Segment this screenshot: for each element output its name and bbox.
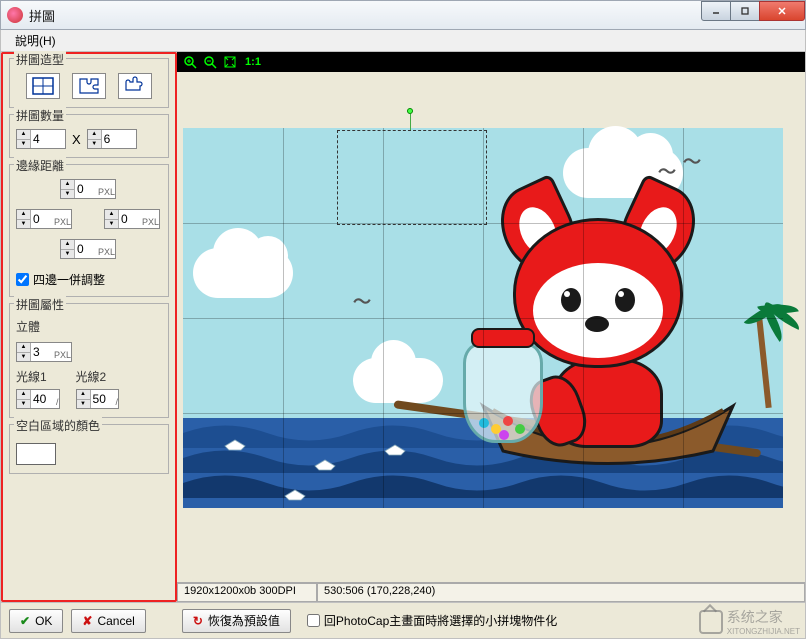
watermark: 系统之家 XITONGZHIJIA.NET bbox=[699, 607, 800, 636]
zoom-out-button[interactable] bbox=[201, 54, 219, 70]
cols-spinner[interactable]: ▲▼ bbox=[16, 129, 66, 149]
selection-marquee[interactable] bbox=[337, 130, 487, 225]
group-shape-title: 拼圖造型 bbox=[14, 51, 66, 68]
export-checkbox-label: 回PhotoCap主畫面時將選擇的小拼塊物件化 bbox=[324, 612, 557, 629]
maximize-button[interactable] bbox=[730, 1, 760, 21]
preview-panel: 1:1 〜 〜 〜 bbox=[177, 52, 805, 602]
close-button[interactable] bbox=[759, 1, 805, 21]
shape-jigsaw2-button[interactable] bbox=[118, 73, 152, 99]
bottombar: ✔ OK ✘ Cancel ↻ 恢復為預設值 回PhotoCap主畫面時將選擇的… bbox=[0, 603, 806, 639]
edge-bottom-spinner[interactable]: ▲▼ PXL bbox=[60, 239, 116, 259]
reset-label: 恢復為預設值 bbox=[208, 612, 280, 629]
ok-label: OK bbox=[35, 614, 52, 628]
depth-spinner[interactable]: ▲▼ PXL bbox=[16, 342, 72, 362]
cancel-label: Cancel bbox=[97, 614, 134, 628]
count-x-label: X bbox=[72, 132, 81, 147]
window-buttons bbox=[702, 1, 805, 21]
group-edge-title: 邊緣距離 bbox=[14, 157, 66, 174]
edge-bottom-input[interactable] bbox=[75, 240, 97, 258]
edge-sync-input[interactable] bbox=[16, 273, 29, 286]
status-dimensions: 1920x1200x0b 300DPI bbox=[177, 583, 317, 602]
spin-down-icon[interactable]: ▼ bbox=[17, 140, 30, 149]
status-position: 530:506 (170,228,240) bbox=[317, 583, 805, 602]
shape-jigsaw1-button[interactable] bbox=[72, 73, 106, 99]
rows-input[interactable] bbox=[102, 130, 136, 148]
bird-icon: 〜 bbox=[683, 148, 701, 174]
light1-input[interactable] bbox=[31, 390, 55, 408]
group-shape: 拼圖造型 bbox=[9, 58, 169, 108]
blank-color-swatch[interactable] bbox=[16, 443, 56, 465]
group-count-title: 拼圖數量 bbox=[14, 107, 66, 124]
settings-panel: 拼圖造型 拼圖數量 ▲▼ X bbox=[1, 52, 177, 602]
group-attr: 拼圖屬性 立體 ▲▼ PXL 光線1 ▲▼ / 光線2 ▲▼ bbox=[9, 303, 169, 418]
titlebar: 拼圖 bbox=[0, 0, 806, 30]
refresh-icon: ↻ bbox=[193, 614, 203, 628]
edge-right-input[interactable] bbox=[119, 210, 141, 228]
spin-down-icon[interactable]: ▼ bbox=[88, 140, 101, 149]
light1-spinner[interactable]: ▲▼ / bbox=[16, 389, 60, 409]
minimize-button[interactable] bbox=[701, 1, 731, 21]
canvas[interactable]: 〜 〜 〜 bbox=[183, 78, 783, 568]
x-icon: ✘ bbox=[82, 614, 92, 628]
main-area: 拼圖造型 拼圖數量 ▲▼ X bbox=[0, 52, 806, 603]
menu-help[interactable]: 說明(H) bbox=[9, 30, 62, 51]
shape-grid-button[interactable] bbox=[26, 73, 60, 99]
cols-input[interactable] bbox=[31, 130, 65, 148]
window-title: 拼圖 bbox=[29, 6, 55, 25]
statusbar: 1920x1200x0b 300DPI 530:506 (170,228,240… bbox=[177, 582, 805, 602]
light1-label: 光線1 bbox=[16, 368, 60, 385]
edge-sync-label: 四邊一併調整 bbox=[33, 271, 105, 288]
app-icon bbox=[7, 7, 23, 23]
group-blank-title: 空白區域的顏色 bbox=[14, 417, 102, 434]
selection-rotate-handle[interactable] bbox=[407, 108, 413, 114]
light2-input[interactable] bbox=[91, 390, 115, 408]
group-count: 拼圖數量 ▲▼ X ▲▼ bbox=[9, 114, 169, 158]
edge-left-spinner[interactable]: ▲▼ PXL bbox=[16, 209, 72, 229]
group-attr-title: 拼圖屬性 bbox=[14, 296, 66, 313]
spin-up-icon[interactable]: ▲ bbox=[88, 130, 101, 140]
menubar: 說明(H) bbox=[0, 30, 806, 52]
light2-spinner[interactable]: ▲▼ / bbox=[76, 389, 120, 409]
rows-spinner[interactable]: ▲▼ bbox=[87, 129, 137, 149]
light2-label: 光線2 bbox=[76, 368, 120, 385]
reset-button[interactable]: ↻ 恢復為預設值 bbox=[182, 609, 291, 633]
export-checkbox-input[interactable] bbox=[307, 614, 320, 627]
selection-rotate-line bbox=[410, 114, 411, 130]
edge-top-input[interactable] bbox=[75, 180, 97, 198]
depth-label: 立體 bbox=[16, 318, 162, 335]
canvas-toolbar: 1:1 bbox=[177, 52, 805, 72]
actual-size-button[interactable]: 1:1 bbox=[241, 54, 265, 70]
canvas-wrap: 〜 〜 〜 bbox=[177, 72, 805, 582]
cancel-button[interactable]: ✘ Cancel bbox=[71, 609, 145, 633]
ok-button[interactable]: ✔ OK bbox=[9, 609, 63, 633]
group-edge: 邊緣距離 ▲▼ PXL ▲▼ PXL ▲▼ PXL ▲▼ PXL bbox=[9, 164, 169, 297]
edge-left-input[interactable] bbox=[31, 210, 53, 228]
zoom-in-button[interactable] bbox=[181, 54, 199, 70]
edge-top-spinner[interactable]: ▲▼ PXL bbox=[60, 179, 116, 199]
check-icon: ✔ bbox=[20, 614, 30, 628]
bird-icon: 〜 bbox=[353, 288, 371, 314]
group-blank-color: 空白區域的顏色 bbox=[9, 424, 169, 474]
depth-input[interactable] bbox=[31, 343, 53, 361]
export-checkbox[interactable]: 回PhotoCap主畫面時將選擇的小拼塊物件化 bbox=[307, 612, 557, 629]
spin-up-icon[interactable]: ▲ bbox=[17, 130, 30, 140]
edge-sync-checkbox[interactable]: 四邊一併調整 bbox=[16, 271, 162, 288]
edge-right-spinner[interactable]: ▲▼ PXL bbox=[104, 209, 160, 229]
watermark-logo-icon bbox=[699, 610, 723, 634]
fit-button[interactable] bbox=[221, 54, 239, 70]
